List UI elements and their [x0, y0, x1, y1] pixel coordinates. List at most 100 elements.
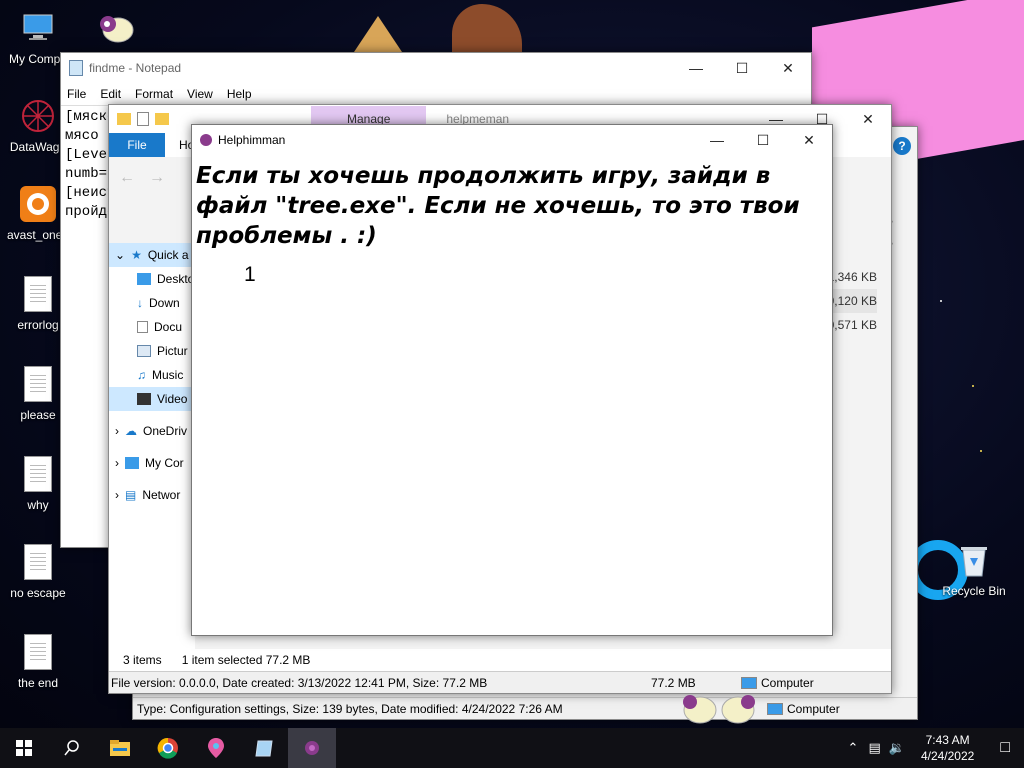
- nav-onedrive[interactable]: › ☁ OneDriv: [109, 419, 195, 443]
- download-icon: ↓: [137, 296, 143, 310]
- navigation-pane: ⌄ ★ Quick a Deskto ↓ Down Docu Pictur ♫ Musi…: [109, 243, 195, 653]
- dialog-titlebar[interactable]: Helphimman — ☐ ✕: [192, 125, 832, 155]
- item-count: 3 items: [123, 653, 162, 667]
- dialog-title: Helphimman: [218, 133, 286, 147]
- star-icon: ★: [131, 248, 142, 262]
- nav-label: Music: [152, 368, 184, 382]
- minimize-button[interactable]: —: [694, 125, 740, 155]
- details-bar: File version: 0.0.0.0, Date created: 3/1…: [109, 671, 891, 693]
- nav-quick-access[interactable]: ⌄ ★ Quick a: [109, 243, 195, 267]
- maximize-button[interactable]: ☐: [740, 125, 786, 155]
- search-icon: [64, 740, 79, 756]
- nav-label: Video: [157, 392, 188, 406]
- menu-format[interactable]: Format: [135, 87, 173, 101]
- taskbar-chrome[interactable]: [144, 728, 192, 768]
- video-icon: [137, 393, 151, 405]
- avast-icon: [18, 184, 58, 224]
- desktop-icon-label: the end: [17, 676, 59, 690]
- taskbar-helphimman[interactable]: [288, 728, 336, 768]
- text-file-icon: [18, 454, 58, 494]
- nav-label: Docu: [154, 320, 183, 334]
- start-button[interactable]: [0, 728, 48, 768]
- nav-label: Networ: [142, 488, 181, 502]
- document-icon: [137, 321, 148, 333]
- sheep-icon[interactable]: [676, 688, 760, 728]
- nav-videos[interactable]: Video: [109, 387, 195, 411]
- minimize-button[interactable]: —: [673, 53, 719, 83]
- selection-info: 1 item selected 77.2 MB: [181, 653, 311, 667]
- desktop-icon-label: Recycle Bin: [942, 584, 1006, 598]
- maps-icon: [208, 738, 224, 758]
- new-folder-icon[interactable]: [155, 113, 169, 125]
- network-icon[interactable]: ▤: [864, 740, 884, 756]
- desktop-icon-no-escape[interactable]: no escape: [0, 542, 76, 600]
- menu-view[interactable]: View: [187, 87, 213, 101]
- counter-label: 1: [244, 263, 256, 286]
- menu-file[interactable]: File: [67, 87, 86, 101]
- taskbar-maps[interactable]: [192, 728, 240, 768]
- location-label: Computer: [761, 675, 814, 690]
- notepad-title: findme - Notepad: [89, 61, 182, 75]
- tab-home[interactable]: Ho: [165, 138, 194, 152]
- computer-icon: [18, 8, 58, 48]
- close-button[interactable]: ✕: [786, 125, 832, 155]
- cloud-icon: ☁: [125, 424, 137, 438]
- start-icon: [16, 740, 32, 756]
- maximize-button[interactable]: ☐: [719, 53, 765, 83]
- menu-help[interactable]: Help: [227, 87, 252, 101]
- nav-network[interactable]: › ▤ Networ: [109, 483, 195, 507]
- details-text: File version: 0.0.0.0, Date created: 3/1…: [111, 675, 488, 690]
- helphimman-dialog[interactable]: Helphimman — ☐ ✕ Если ты хочешь продолжи…: [191, 124, 833, 636]
- taskbar-file-explorer[interactable]: [96, 728, 144, 768]
- nav-pictures[interactable]: Pictur: [109, 339, 195, 363]
- notification-icon[interactable]: □: [986, 739, 1024, 757]
- notepad-titlebar[interactable]: findme - Notepad — ☐ ✕: [61, 53, 811, 83]
- text-file-icon: [18, 364, 58, 404]
- nav-documents[interactable]: Docu: [109, 315, 195, 339]
- pictures-icon: [137, 345, 151, 357]
- folder-icon: [117, 113, 131, 125]
- nav-my-computer[interactable]: › My Cor: [109, 451, 195, 475]
- desktop-icon-recycle-bin[interactable]: Recycle Bin: [938, 540, 1010, 598]
- recycle-bin-icon: [954, 540, 994, 580]
- desktop-icon-the-end[interactable]: the end: [0, 632, 76, 690]
- sheep-icon[interactable]: [96, 8, 136, 48]
- clock[interactable]: 7:43 AM 4/24/2022: [909, 732, 986, 764]
- close-button[interactable]: ✕: [845, 104, 891, 134]
- nav-downloads[interactable]: ↓ Down: [109, 291, 195, 315]
- text-file-icon: [18, 632, 58, 672]
- close-button[interactable]: ✕: [765, 53, 811, 83]
- chevron-right-icon: ›: [115, 424, 119, 438]
- computer-icon: [741, 676, 757, 689]
- file-explorer-icon: [110, 740, 130, 756]
- music-icon: ♫: [137, 368, 146, 382]
- help-icon[interactable]: ?: [893, 137, 911, 155]
- volume-icon[interactable]: 🔉: [885, 740, 909, 756]
- desktop-icon-label: no escape: [10, 586, 66, 600]
- tab-file[interactable]: File: [109, 133, 165, 157]
- nav-music[interactable]: ♫ Music: [109, 363, 195, 387]
- notepad-menubar: File Edit Format View Help: [61, 83, 811, 105]
- chevron-up-icon[interactable]: ⌃: [842, 740, 865, 756]
- details-bar: Type: Configuration settings, Size: 139 …: [133, 697, 917, 719]
- helphimman-icon: [200, 134, 212, 146]
- menu-edit[interactable]: Edit: [100, 87, 121, 101]
- properties-icon[interactable]: [137, 112, 149, 126]
- nav-desktop[interactable]: Deskto: [109, 267, 195, 291]
- chrome-icon: [157, 737, 178, 759]
- dialog-message: Если ты хочешь продолжить игру, зайди в …: [196, 163, 800, 249]
- chevron-right-icon: ›: [115, 456, 119, 470]
- details-text: Type: Configuration settings, Size: 139 …: [137, 701, 563, 716]
- search-button[interactable]: [48, 728, 96, 768]
- star: [972, 385, 974, 387]
- forward-arrow-icon[interactable]: →: [149, 169, 165, 187]
- star: [940, 300, 942, 302]
- nav-label: Pictur: [157, 344, 188, 358]
- desktop: My Compu DataWago avast_one_ errorlog pl…: [0, 0, 1024, 728]
- details-location: Computer: [741, 676, 891, 690]
- clock-date: 4/24/2022: [920, 749, 975, 763]
- system-tray: ⌃ ▤ 🔉 7:43 AM 4/24/2022 □: [842, 728, 1024, 768]
- star: [980, 450, 982, 452]
- back-arrow-icon[interactable]: ←: [119, 169, 135, 187]
- taskbar-notepad[interactable]: [240, 728, 288, 768]
